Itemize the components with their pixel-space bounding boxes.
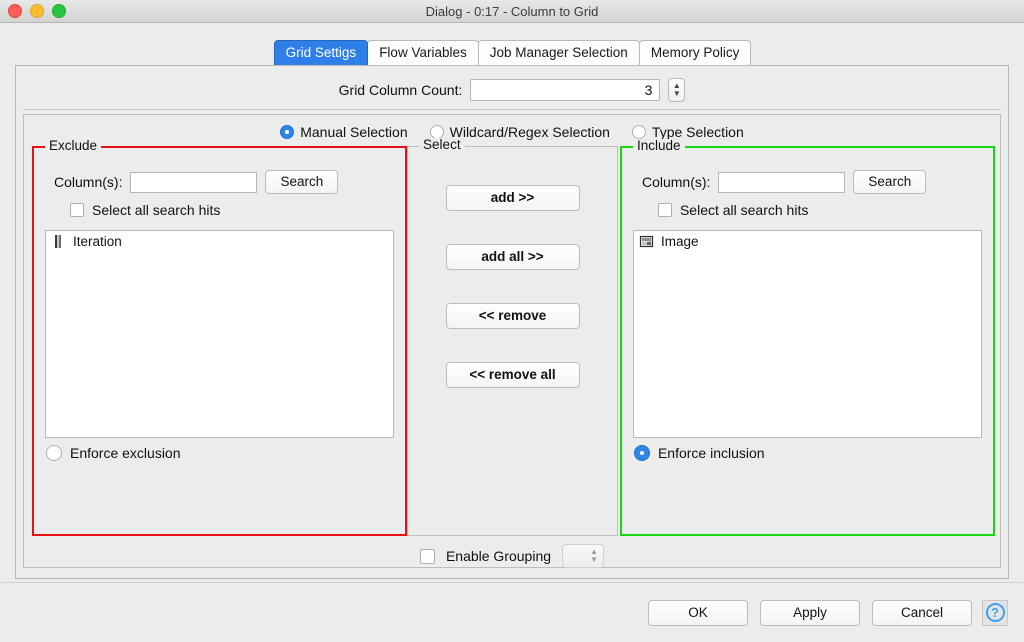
radio-type-selection-indicator <box>631 125 646 139</box>
radio-manual-selection[interactable]: Manual Selection <box>280 124 408 140</box>
include-search-button[interactable]: Search <box>853 170 927 194</box>
dialog-footer: OK Apply Cancel ? <box>0 582 1024 642</box>
enforce-inclusion-indicator <box>633 445 650 461</box>
window-title: Dialog - 0:17 - Column to Grid <box>425 3 599 19</box>
exclude-list[interactable]: Iteration <box>45 230 395 438</box>
list-item[interactable]: Image <box>634 231 981 251</box>
tab-job-manager-selection[interactable]: Job Manager Selection <box>477 40 640 65</box>
tab-bar: Grid Settigs Flow Variables Job Manager … <box>0 23 1024 65</box>
grid-column-count-stepper[interactable]: ▲ ▼ <box>668 78 686 102</box>
enforce-exclusion-label: Enforce exclusion <box>70 445 181 461</box>
select-group: Select add >> add all >> << remove << re… <box>407 138 618 536</box>
exclude-columns-label: Column(s): <box>54 174 123 190</box>
enable-grouping-checkbox-wrap[interactable]: Enable Grouping <box>419 548 552 564</box>
include-select-all-hits-label: Select all search hits <box>679 202 809 218</box>
apply-button[interactable]: Apply <box>760 599 860 626</box>
include-columns-label: Column(s): <box>641 174 711 190</box>
integer-type-icon <box>55 235 61 248</box>
grid-column-count-row: Grid Column Count: 3 ▲ ▼ <box>23 71 1001 110</box>
grid-column-count-input[interactable]: 3 <box>470 79 661 101</box>
radio-wildcard-regex-selection-label: Wildcard/Regex Selection <box>449 124 610 140</box>
exclude-search-input[interactable] <box>130 171 258 193</box>
chevron-down-icon: ▼ <box>672 89 681 98</box>
exclude-select-all-hits-checkbox <box>70 203 84 217</box>
select-buttons: add >> add all >> << remove << remove al… <box>408 147 617 388</box>
ok-button[interactable]: OK <box>648 599 748 626</box>
tab-grid-settings[interactable]: Grid Settigs <box>273 40 369 65</box>
grouping-stepper[interactable]: ▲ ▼ <box>562 544 605 568</box>
include-list[interactable]: Image <box>632 230 982 438</box>
close-button-icon[interactable] <box>8 4 22 18</box>
add-button[interactable]: add >> <box>445 185 580 211</box>
enable-grouping-checkbox <box>419 548 435 564</box>
radio-manual-selection-indicator <box>280 125 295 139</box>
exclude-select-all-hits[interactable]: Select all search hits <box>34 194 405 218</box>
grid-column-count-label: Grid Column Count: <box>338 82 463 98</box>
minimize-button-icon[interactable] <box>30 4 44 18</box>
include-group-title: Include <box>632 139 685 153</box>
include-search-input[interactable] <box>718 171 846 193</box>
enforce-inclusion-label: Enforce inclusion <box>657 445 765 461</box>
selection-columns: Exclude Column(s): Search Select all sea… <box>24 138 1000 536</box>
enforce-exclusion-radio[interactable]: Enforce exclusion <box>34 438 405 461</box>
chevron-down-icon: ▼ <box>590 555 599 564</box>
list-item-label: Image <box>660 234 699 249</box>
image-type-icon <box>639 235 654 248</box>
exclude-select-all-hits-label: Select all search hits <box>92 202 221 218</box>
help-icon: ? <box>985 603 1005 622</box>
grid-settings-panel: Grid Column Count: 3 ▲ ▼ Manual Selectio… <box>15 65 1009 579</box>
include-select-all-hits[interactable]: Select all search hits <box>622 194 993 218</box>
list-item-label: Iteration <box>73 234 122 249</box>
enable-grouping-label: Enable Grouping <box>445 548 552 564</box>
add-all-button[interactable]: add all >> <box>445 244 580 270</box>
tab-flow-variables[interactable]: Flow Variables <box>367 40 479 65</box>
help-button[interactable]: ? <box>982 599 1008 626</box>
cancel-button[interactable]: Cancel <box>872 599 972 626</box>
select-group-title: Select <box>419 138 465 152</box>
exclude-search-row: Column(s): Search <box>34 148 405 194</box>
enforce-exclusion-indicator <box>46 445 62 461</box>
enforce-inclusion-radio[interactable]: Enforce inclusion <box>622 438 993 461</box>
dialog-body: Grid Settigs Flow Variables Job Manager … <box>0 23 1024 642</box>
radio-manual-selection-label: Manual Selection <box>300 124 408 140</box>
include-select-all-hits-checkbox <box>657 203 672 217</box>
include-group: Include Column(s): Search Select all sea… <box>619 139 995 536</box>
tab-memory-policy[interactable]: Memory Policy <box>638 40 752 65</box>
list-item[interactable]: Iteration <box>46 231 393 251</box>
window-titlebar: Dialog - 0:17 - Column to Grid <box>0 0 1024 23</box>
exclude-group-title: Exclude <box>45 139 102 153</box>
exclude-group: Exclude Column(s): Search Select all sea… <box>32 139 408 536</box>
zoom-button-icon[interactable] <box>52 4 66 18</box>
traffic-light-group <box>0 4 66 18</box>
enable-grouping-row: Enable Grouping ▲ ▼ <box>24 544 1000 568</box>
remove-all-button[interactable]: << remove all <box>445 362 580 388</box>
remove-button[interactable]: << remove <box>445 303 580 329</box>
include-search-row: Column(s): Search <box>622 148 993 194</box>
exclude-search-button[interactable]: Search <box>265 170 339 194</box>
selection-mode-group: Manual Selection Wildcard/Regex Selectio… <box>24 115 1000 146</box>
column-selection-panel: Manual Selection Wildcard/Regex Selectio… <box>23 114 1001 568</box>
